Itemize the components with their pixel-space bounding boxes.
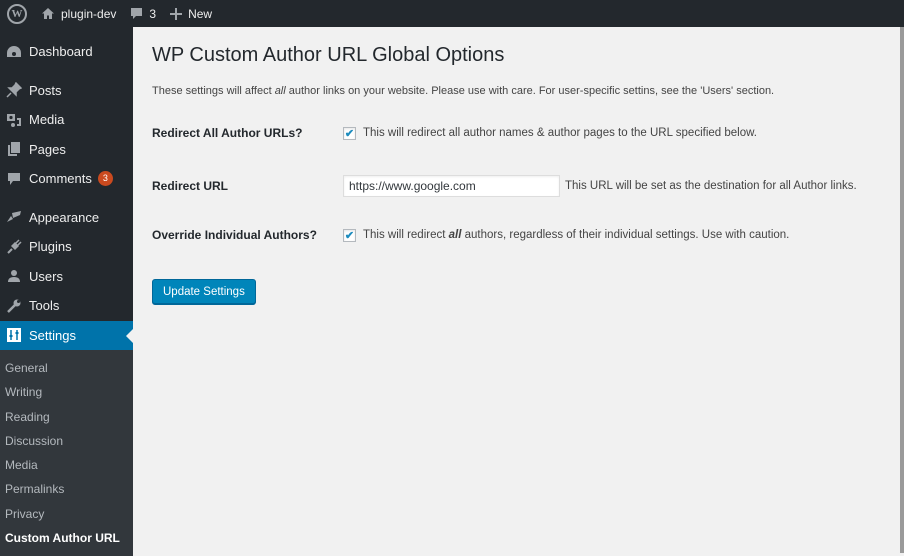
submenu-item-general[interactable]: General [0, 356, 133, 380]
sidebar-item-label: Appearance [29, 209, 100, 225]
submenu-item-custom-author-url[interactable]: Custom Author URL [0, 526, 133, 550]
comments-count: 3 [149, 6, 157, 21]
submenu-item-permalinks[interactable]: Permalinks [0, 477, 133, 501]
wordpress-menu[interactable]: W [0, 0, 34, 27]
sidebar-item-label: Plugins [29, 239, 72, 255]
main-content: WP Custom Author URL Global Options Thes… [133, 27, 900, 553]
sidebar-item-label: Users [29, 268, 63, 284]
site-name-link[interactable]: plugin-dev [34, 0, 123, 27]
new-label: New [188, 6, 213, 21]
sidebar-item-comments[interactable]: Comments 3 [0, 164, 133, 194]
wordpress-logo-icon: W [7, 3, 27, 24]
redirect-url-row: Redirect URL This URL will be set as the… [152, 175, 857, 197]
plugin-icon [4, 237, 24, 257]
comments-link[interactable]: 3 [123, 0, 163, 27]
redirect-url-label: Redirect URL [152, 179, 229, 193]
comments-badge: 3 [97, 171, 113, 187]
override-description: This will redirect all authors, regardle… [363, 229, 790, 241]
user-icon [4, 266, 24, 286]
sidebar-item-media[interactable]: Media [0, 105, 133, 135]
redirect-url-input[interactable] [343, 175, 560, 197]
wrench-icon [4, 296, 24, 316]
sidebar-item-label: Settings [29, 327, 76, 343]
sidebar-item-label: Comments [29, 171, 92, 187]
submenu-item-media[interactable]: Media [0, 453, 133, 477]
redirect-all-checkbox[interactable]: ✔ [343, 126, 356, 140]
comment-bubble-icon [130, 7, 143, 20]
submenu-item-writing[interactable]: Writing [0, 380, 133, 404]
checkmark-icon: ✔ [344, 127, 355, 140]
sidebar-item-settings[interactable]: Settings [0, 320, 133, 350]
window-edge [900, 27, 904, 553]
sidebar-item-tools[interactable]: Tools [0, 291, 133, 321]
submenu-item-reading[interactable]: Reading [0, 405, 133, 429]
submenu-item-privacy[interactable]: Privacy [0, 502, 133, 526]
sidebar-item-label: Media [29, 112, 65, 128]
plus-icon [170, 7, 183, 20]
new-content-link[interactable]: New [163, 0, 219, 27]
sidebar-item-dashboard[interactable]: Dashboard [0, 37, 133, 67]
admin-sidebar: Dashboard Posts Media Pages Comments 3 A… [0, 27, 133, 556]
comment-icon [4, 169, 24, 189]
sidebar-item-label: Posts [29, 82, 62, 98]
override-label: Override Individual Authors? [152, 228, 317, 242]
sidebar-item-appearance[interactable]: Appearance [0, 203, 133, 233]
sidebar-item-label: Pages [29, 141, 66, 157]
update-settings-button[interactable]: Update Settings [152, 279, 256, 304]
settings-submenu: General Writing Reading Discussion Media… [0, 350, 133, 556]
redirect-all-label: Redirect All Author URLs? [152, 126, 303, 140]
sidebar-item-pages[interactable]: Pages [0, 135, 133, 165]
redirect-url-description: This URL will be set as the destination … [565, 180, 857, 192]
pin-icon [4, 80, 24, 100]
admin-bar: W plugin-dev 3 New [0, 0, 904, 27]
sidebar-item-users[interactable]: Users [0, 262, 133, 292]
checkmark-icon: ✔ [344, 229, 355, 242]
override-checkbox[interactable]: ✔ [343, 228, 356, 242]
intro-text: These settings will affect all author li… [152, 85, 775, 97]
submenu-item-discussion[interactable]: Discussion [0, 429, 133, 453]
settings-sliders-icon [4, 325, 24, 345]
page-title: WP Custom Author URL Global Options [152, 44, 505, 66]
pages-icon [4, 139, 24, 159]
home-icon [41, 7, 55, 20]
site-name: plugin-dev [61, 6, 117, 21]
media-icon [4, 110, 24, 130]
sidebar-item-posts[interactable]: Posts [0, 76, 133, 106]
paintbrush-icon [4, 207, 24, 227]
sidebar-item-label: Tools [29, 298, 60, 314]
dashboard-icon [4, 42, 24, 62]
sidebar-item-label: Dashboard [29, 44, 93, 60]
override-row: Override Individual Authors? ✔ This will… [152, 228, 789, 242]
redirect-all-description: This will redirect all author names & au… [363, 127, 757, 139]
redirect-all-row: Redirect All Author URLs? ✔ This will re… [152, 126, 757, 140]
sidebar-item-plugins[interactable]: Plugins [0, 232, 133, 262]
